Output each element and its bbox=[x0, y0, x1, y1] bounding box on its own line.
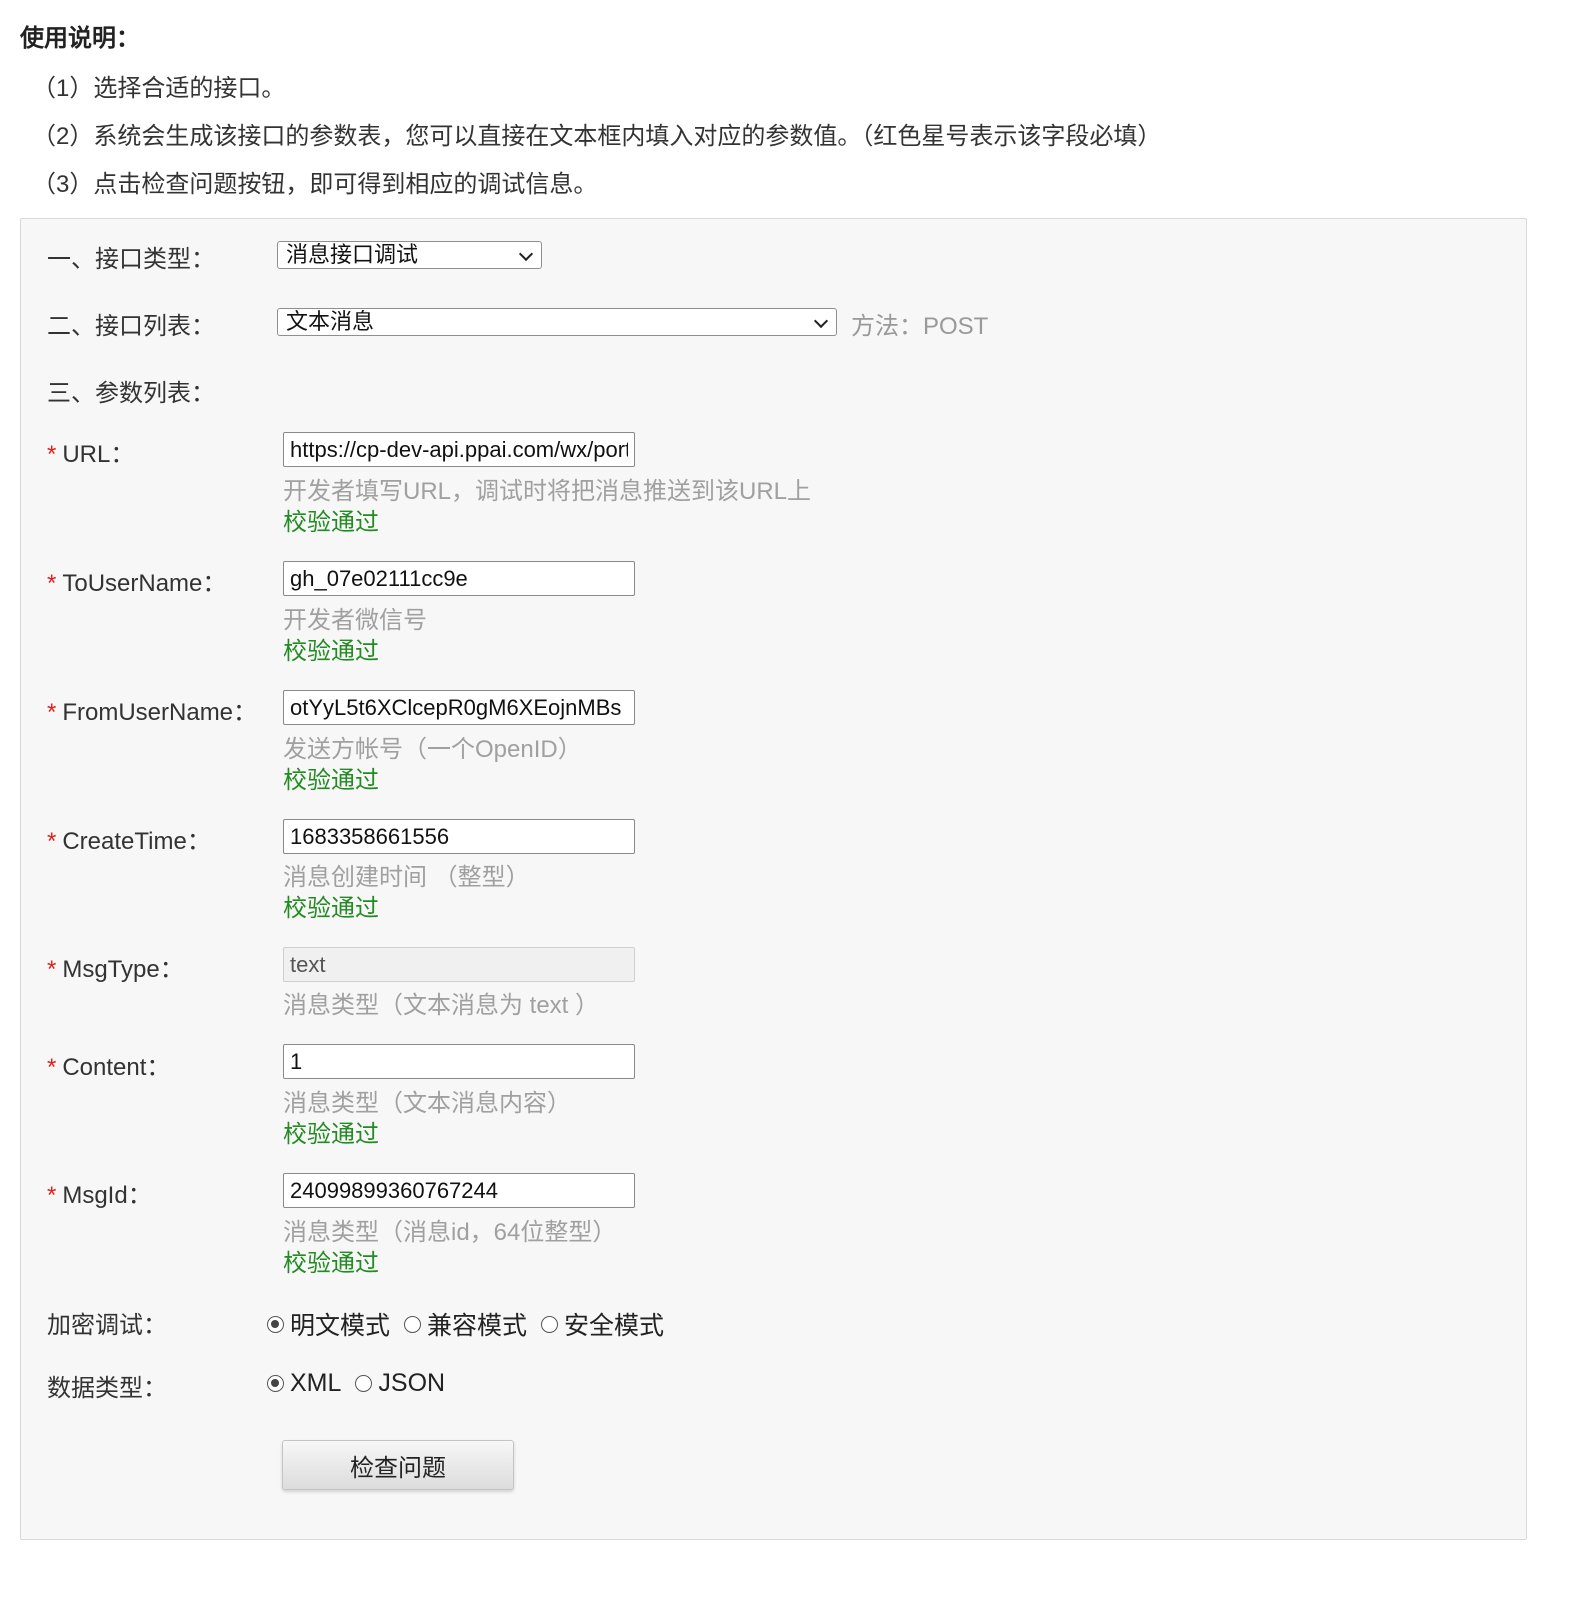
required-mark: * bbox=[47, 1182, 57, 1209]
interface-type-select[interactable]: 消息接口调试 bbox=[277, 241, 542, 269]
debug-form-panel: 一、接口类型： 消息接口调试 二、接口列表： 文本消息 方法：POST 三、参数… bbox=[20, 218, 1527, 1540]
interface-list-select[interactable]: 文本消息 bbox=[277, 308, 837, 336]
createtime-hint: 消息创建时间 （整型） bbox=[283, 864, 530, 891]
radio-label: XML bbox=[290, 1369, 342, 1397]
data-type-option-json[interactable]: JSON bbox=[355, 1369, 445, 1398]
field-label-tousername: * ToUserName： bbox=[47, 563, 226, 598]
fromusername-input[interactable] bbox=[283, 690, 635, 725]
fromusername-hint: 发送方帐号（一个OpenID） bbox=[283, 736, 582, 763]
instructions-title: 使用说明： bbox=[20, 25, 140, 52]
required-mark: * bbox=[47, 699, 57, 726]
instruction-line-3: （3）点击检查问题按钮，即可得到相应的调试信息。 bbox=[32, 171, 598, 198]
interface-list-label: 二、接口列表： bbox=[47, 313, 215, 340]
msgtype-hint: 消息类型（文本消息为 text ） bbox=[283, 992, 600, 1019]
interface-type-label: 一、接口类型： bbox=[47, 246, 215, 273]
encrypt-option-compat[interactable]: 兼容模式 bbox=[404, 1306, 527, 1342]
required-mark: * bbox=[47, 570, 57, 597]
tousername-status: 校验通过 bbox=[283, 638, 379, 665]
field-label-fromusername: * FromUserName： bbox=[47, 692, 257, 727]
chevron-down-icon bbox=[813, 313, 829, 329]
required-mark: * bbox=[47, 956, 57, 983]
createtime-input[interactable] bbox=[283, 819, 635, 854]
field-label-text: MsgId： bbox=[62, 1182, 152, 1209]
encrypt-label: 加密调试： bbox=[47, 1312, 167, 1339]
params-label: 三、参数列表： bbox=[47, 380, 215, 407]
radio-icon[interactable] bbox=[541, 1315, 559, 1333]
field-label-text: ToUserName： bbox=[62, 570, 227, 597]
content-status: 校验通过 bbox=[283, 1121, 379, 1148]
field-label-content: * Content： bbox=[47, 1047, 170, 1082]
fromusername-status: 校验通过 bbox=[283, 767, 379, 794]
msgid-hint: 消息类型（消息id，64位整型） bbox=[283, 1219, 617, 1246]
tousername-input[interactable] bbox=[283, 561, 635, 596]
url-hint: 开发者填写URL，调试时将把消息推送到该URL上 bbox=[283, 478, 812, 505]
radio-label: 安全模式 bbox=[564, 1312, 665, 1340]
data-type-radio-group: XML JSON bbox=[267, 1369, 459, 1398]
radio-icon[interactable] bbox=[355, 1375, 373, 1392]
interface-list-selected: 文本消息 bbox=[286, 309, 375, 334]
instruction-line-2: （2）系统会生成该接口的参数表，您可以直接在文本框内填入对应的参数值。（红色星号… bbox=[32, 123, 1162, 150]
radio-label: 明文模式 bbox=[290, 1312, 391, 1340]
data-type-option-xml[interactable]: XML bbox=[267, 1369, 341, 1398]
msgid-input[interactable] bbox=[283, 1173, 635, 1208]
radio-icon[interactable] bbox=[404, 1315, 422, 1333]
field-label-text: FromUserName： bbox=[62, 699, 258, 726]
check-problem-button[interactable]: 检查问题 bbox=[282, 1440, 514, 1490]
field-label-text: MsgType： bbox=[62, 956, 184, 983]
required-mark: * bbox=[47, 1054, 57, 1081]
field-label-msgid: * MsgId： bbox=[47, 1175, 152, 1210]
field-label-text: Content： bbox=[62, 1054, 171, 1081]
encrypt-option-plain[interactable]: 明文模式 bbox=[267, 1306, 390, 1342]
required-mark: * bbox=[47, 828, 57, 855]
field-label-text: CreateTime： bbox=[62, 828, 211, 855]
data-type-label: 数据类型： bbox=[47, 1375, 167, 1402]
radio-label: JSON bbox=[378, 1369, 446, 1397]
createtime-status: 校验通过 bbox=[283, 895, 379, 922]
interface-type-selected: 消息接口调试 bbox=[286, 242, 419, 267]
radio-label: 兼容模式 bbox=[427, 1312, 528, 1340]
msgtype-input bbox=[283, 947, 635, 982]
content-input[interactable] bbox=[283, 1044, 635, 1079]
chevron-down-icon bbox=[518, 246, 534, 262]
field-label-msgtype: * MsgType： bbox=[47, 949, 184, 984]
content-hint: 消息类型（文本消息内容） bbox=[283, 1090, 571, 1117]
field-label-createtime: * CreateTime： bbox=[47, 821, 211, 856]
instruction-line-1: （1）选择合适的接口。 bbox=[32, 75, 286, 102]
method-label: 方法：POST bbox=[851, 313, 989, 340]
url-status: 校验通过 bbox=[283, 509, 379, 536]
radio-checked-icon[interactable] bbox=[267, 1375, 284, 1392]
msgid-status: 校验通过 bbox=[283, 1250, 379, 1277]
required-mark: * bbox=[47, 441, 57, 468]
encrypt-radio-group: 明文模式 兼容模式 安全模式 bbox=[267, 1306, 678, 1342]
encrypt-option-safe[interactable]: 安全模式 bbox=[541, 1306, 664, 1342]
url-input[interactable] bbox=[283, 432, 635, 467]
tousername-hint: 开发者微信号 bbox=[283, 607, 427, 634]
radio-checked-icon[interactable] bbox=[267, 1315, 284, 1333]
field-label-url: * URL： bbox=[47, 434, 134, 469]
field-label-text: URL： bbox=[62, 441, 135, 468]
